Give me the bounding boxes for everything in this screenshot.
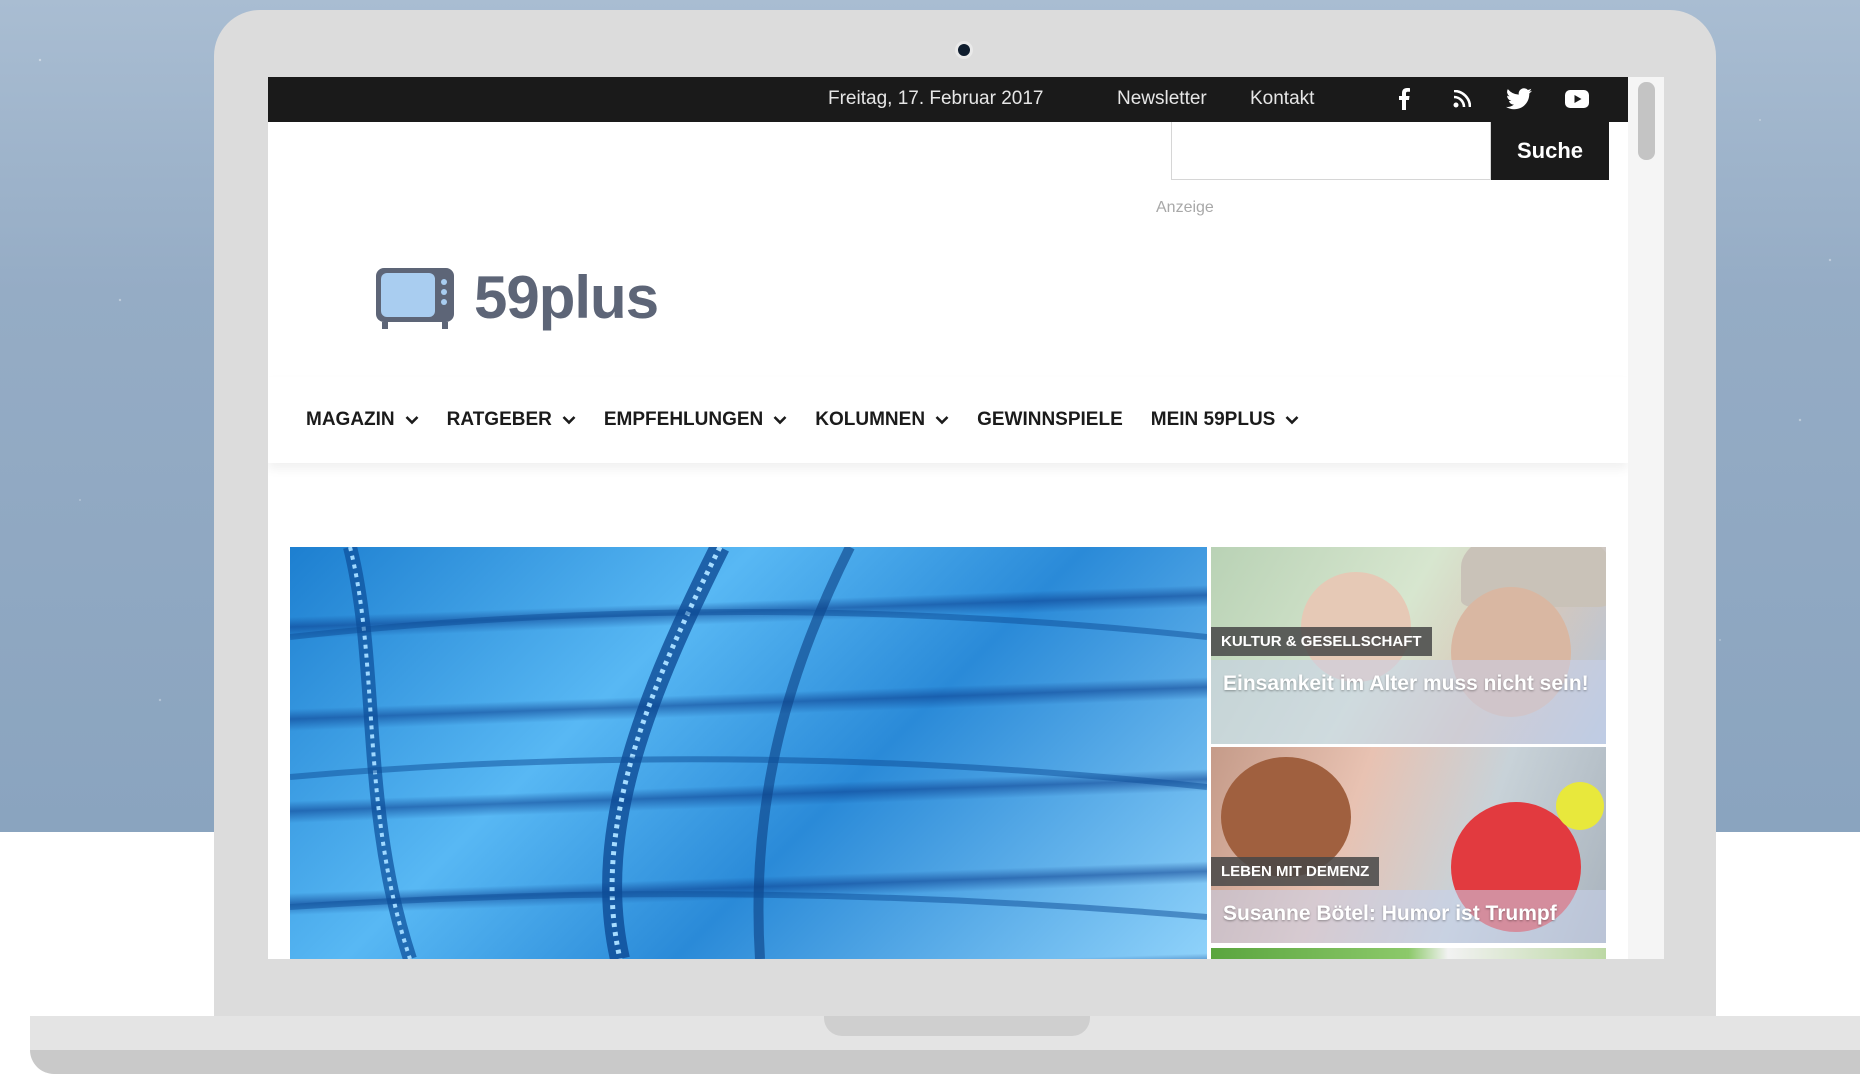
card-title-box: Einsamkeit im Alter muss nicht sein! <box>1211 660 1606 744</box>
nav-item-label: EMPFEHLUNGEN <box>603 409 764 430</box>
nav-item-label: RATGEBER <box>446 409 552 430</box>
chevron-down-icon <box>405 416 419 425</box>
search-button[interactable]: Suche <box>1491 122 1609 180</box>
webcam-icon <box>955 41 973 59</box>
article-card[interactable] <box>1211 948 1606 959</box>
youtube-icon[interactable] <box>1563 85 1591 113</box>
nav-item-magazin[interactable]: MAGAZIN <box>306 409 419 431</box>
scrollbar-track[interactable] <box>1628 77 1664 959</box>
nav-item-label: KOLUMNEN <box>815 409 926 430</box>
nav-item-label: MEIN 59PLUS <box>1150 409 1276 430</box>
logo-text: 59plus <box>474 264 659 331</box>
card-title: Einsamkeit im Alter muss nicht sein! <box>1223 672 1589 695</box>
article-card[interactable]: KULTUR & GESELLSCHAFT Einsamkeit im Alte… <box>1211 547 1606 744</box>
nav-item-label: MAGAZIN <box>306 409 395 430</box>
top-bar: Freitag, 17. Februar 2017 Newsletter Kon… <box>268 77 1628 122</box>
scrollbar-thumb[interactable] <box>1638 82 1655 160</box>
tv-icon <box>376 267 454 329</box>
twitter-icon[interactable] <box>1505 85 1533 113</box>
chevron-down-icon <box>1285 416 1299 425</box>
article-card[interactable]: LEBEN MIT DEMENZ Susanne Bötel: Humor is… <box>1211 747 1606 943</box>
nav-item-empfehlungen[interactable]: EMPFEHLUNGEN <box>604 409 787 431</box>
chevron-down-icon <box>562 416 576 425</box>
search-input[interactable] <box>1171 122 1491 180</box>
nav-item-label: GEWINNSPIELE <box>977 409 1123 430</box>
yellow-balloon-shape <box>1556 782 1604 830</box>
site-logo[interactable]: 59plus <box>374 263 659 332</box>
laptop-notch <box>824 1016 1090 1036</box>
laptop-screen: Freitag, 17. Februar 2017 Newsletter Kon… <box>268 77 1664 959</box>
chevron-down-icon <box>773 416 787 425</box>
nav-item-ratgeber[interactable]: RATGEBER <box>447 409 576 431</box>
category-badge: KULTUR & GESELLSCHAFT <box>1211 627 1432 656</box>
category-badge: LEBEN MIT DEMENZ <box>1211 857 1380 886</box>
chevron-down-icon <box>935 416 949 425</box>
card-title: Susanne Bötel: Humor ist Trumpf <box>1223 902 1557 925</box>
main-nav: MAGAZIN RATGEBER EMPFEHLUNGEN KOLUMNEN G… <box>268 377 1628 463</box>
rss-icon[interactable] <box>1448 85 1476 113</box>
nav-item-gewinnspiele[interactable]: GEWINNSPIELE <box>977 409 1123 431</box>
jacket-image <box>290 547 1207 959</box>
facebook-icon[interactable] <box>1390 85 1418 113</box>
ad-label: Anzeige <box>1156 199 1214 216</box>
laptop-base-edge <box>30 1050 1860 1074</box>
nav-item-kolumnen[interactable]: KOLUMNEN <box>815 409 949 431</box>
nav-item-mein-59plus[interactable]: MEIN 59PLUS <box>1151 409 1300 431</box>
date-text: Freitag, 17. Februar 2017 <box>828 88 1044 109</box>
card-title-box: Susanne Bötel: Humor ist Trumpf <box>1211 890 1606 943</box>
newsletter-link[interactable]: Newsletter <box>1117 88 1207 110</box>
kontakt-link[interactable]: Kontakt <box>1250 88 1314 110</box>
featured-hero-image[interactable] <box>290 547 1207 959</box>
